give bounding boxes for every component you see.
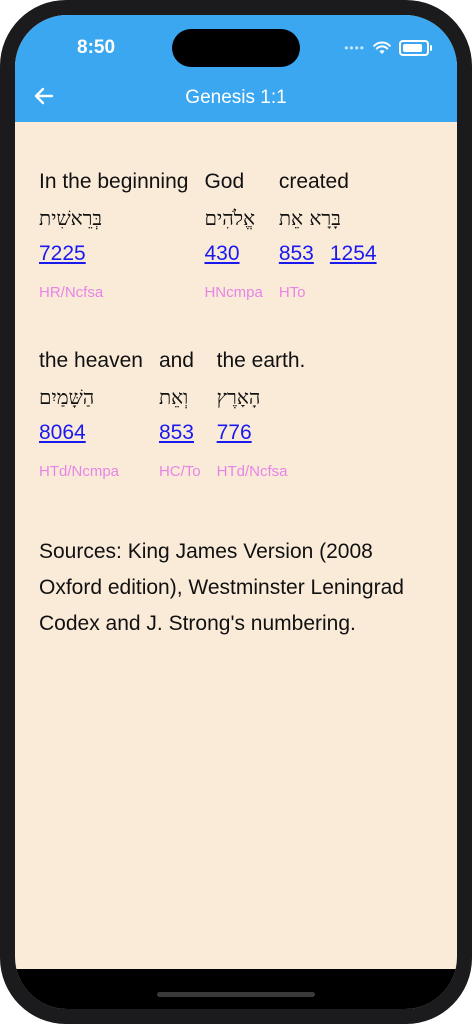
strongs-numbers: 7225 — [39, 242, 188, 278]
morphology-code: HTd/Ncfsa — [216, 463, 288, 480]
strongs-number-link[interactable]: 7225 — [39, 242, 86, 278]
home-indicator[interactable] — [157, 992, 315, 997]
status-icons: •••• — [344, 40, 432, 56]
hebrew-word: בְּרֵאשִׁית — [39, 206, 103, 230]
wifi-icon — [373, 41, 391, 54]
word-column: In the beginning בְּרֵאשִׁית 7225 HR/Ncfsa — [39, 170, 188, 301]
verse-row: the heaven הַשָּׁמַיִם 8064 HTd/Ncmpa and וְא… — [39, 349, 439, 480]
app-bar: 8:50 •••• Genesis 1:1 — [15, 15, 457, 122]
strongs-numbers: 853 — [159, 421, 201, 457]
strongs-numbers: 853 1254 — [279, 242, 377, 278]
english-word: the heaven — [39, 349, 143, 372]
morphology-code: HTd/Ncmpa — [39, 463, 120, 480]
strongs-number-link[interactable]: 430 — [204, 242, 239, 278]
strongs-number-link[interactable]: 776 — [217, 421, 252, 457]
morphology-code: HNcmpa — [204, 284, 263, 301]
strongs-numbers: 8064 — [39, 421, 143, 457]
english-word: God — [204, 170, 245, 193]
morphology-code: HR/Ncfsa — [39, 284, 104, 301]
morphology-code: HTo — [278, 284, 306, 301]
dynamic-island — [172, 29, 300, 67]
word-column: created בָּרָא אֵת 853 1254 HTo — [279, 170, 377, 301]
bottom-bar — [15, 969, 457, 1009]
verse-content: In the beginning בְּרֵאשִׁית 7225 HR/Ncfsa G… — [39, 170, 439, 642]
english-word: In the beginning — [39, 170, 189, 193]
signal-icon: •••• — [344, 41, 365, 55]
screen: 8:50 •••• Genesis 1:1 In the beginning בְ… — [15, 15, 457, 1009]
sources-note: Sources: King James Version (2008 Oxford… — [39, 540, 404, 635]
strongs-number-link[interactable]: 8064 — [39, 421, 86, 457]
strongs-number-link[interactable]: 1254 — [330, 242, 377, 278]
battery-icon — [399, 40, 432, 56]
phone-frame: 8:50 •••• Genesis 1:1 In the beginning בְ… — [0, 0, 472, 1024]
strongs-numbers: 776 — [217, 421, 306, 457]
hebrew-word: הָאָרֶץ — [216, 385, 261, 409]
word-column: the heaven הַשָּׁמַיִם 8064 HTd/Ncmpa — [39, 349, 143, 480]
english-word: and — [158, 349, 194, 372]
hebrew-word: אֱלֹהִים — [204, 206, 256, 230]
hebrew-word: וְאֵת — [158, 385, 189, 409]
hebrew-word: הַשָּׁמַיִם — [39, 385, 95, 409]
english-word: created — [278, 170, 349, 193]
strongs-numbers: 430 — [204, 242, 262, 278]
battery-level — [403, 44, 422, 52]
morphology-code: HC/To — [158, 463, 201, 480]
status-time: 8:50 — [77, 37, 116, 58]
hebrew-word: בָּרָא אֵת — [278, 206, 341, 230]
strongs-number-link[interactable]: 853 — [279, 242, 314, 278]
verse-interlinear: In the beginning בְּרֵאשִׁית 7225 HR/Ncfsa G… — [39, 170, 439, 480]
strongs-number-link[interactable]: 853 — [159, 421, 194, 457]
word-column: and וְאֵת 853 HC/To — [159, 349, 201, 480]
word-column: the earth. הָאָרֶץ 776 HTd/Ncfsa — [217, 349, 306, 480]
verse-row: In the beginning בְּרֵאשִׁית 7225 HR/Ncfsa G… — [39, 170, 439, 301]
word-column: God אֱלֹהִים 430 HNcmpa — [204, 170, 262, 301]
english-word: the earth. — [216, 349, 306, 372]
page-title: Genesis 1:1 — [185, 87, 287, 108]
